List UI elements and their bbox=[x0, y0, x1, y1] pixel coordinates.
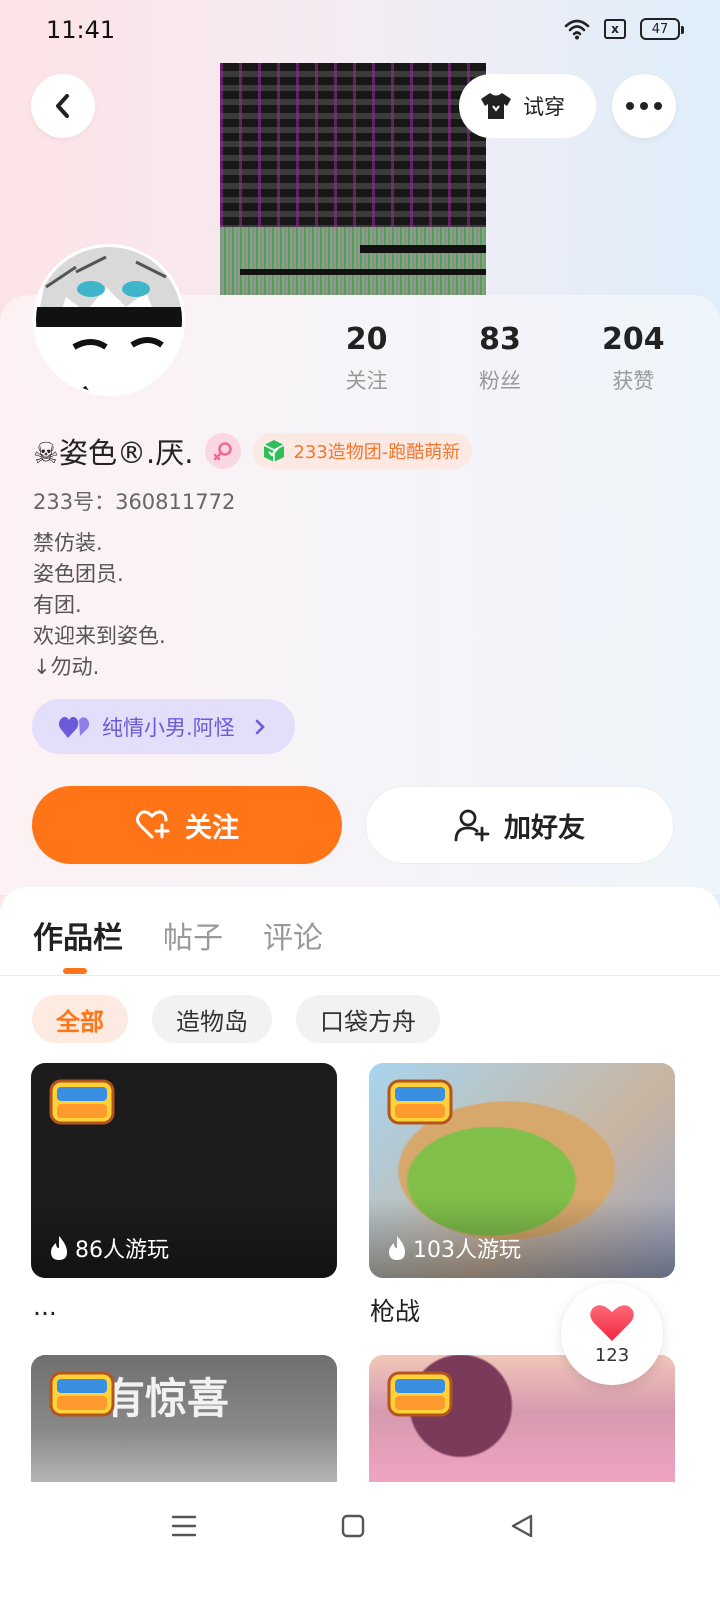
back-button[interactable] bbox=[31, 74, 95, 138]
stat-label: 获赞 bbox=[612, 369, 655, 393]
cover-image-bottom bbox=[220, 227, 486, 295]
bio-line: 禁仿装. bbox=[33, 531, 103, 555]
try-on-label: 试穿 bbox=[523, 95, 565, 119]
stat-label: 粉丝 bbox=[478, 369, 521, 393]
like-count: 123 bbox=[594, 1344, 630, 1366]
creation-island-logo bbox=[387, 1079, 453, 1125]
bio-line: 姿色团员. bbox=[33, 562, 124, 586]
game-card-title[interactable]: ... bbox=[33, 1292, 57, 1321]
avatar[interactable] bbox=[33, 244, 185, 396]
username: ☠姿色®.厌. bbox=[33, 436, 194, 470]
creation-island-logo bbox=[49, 1371, 115, 1417]
tab-works[interactable]: 作品栏 bbox=[33, 913, 123, 957]
stat-label: 关注 bbox=[345, 369, 388, 393]
status-icons: x 47 bbox=[564, 18, 684, 40]
follow-button[interactable]: 关注 bbox=[32, 786, 342, 864]
tab-comments[interactable]: 评论 bbox=[263, 913, 323, 957]
stat-following[interactable]: 20 关注 bbox=[300, 322, 433, 395]
game-card-title[interactable]: 枪战 bbox=[370, 1292, 420, 1328]
add-user-icon bbox=[454, 809, 490, 842]
relation-label: 纯情小男.阿怪 bbox=[102, 715, 235, 740]
creator-tag-badge[interactable]: 233造物团-跑酷萌新 bbox=[253, 433, 473, 469]
avatar-illustration bbox=[36, 247, 182, 393]
players-count: 86人游玩 bbox=[75, 1238, 169, 1263]
triangle-back-icon bbox=[511, 1514, 533, 1538]
tab-posts[interactable]: 帖子 bbox=[163, 913, 223, 957]
more-button[interactable] bbox=[612, 74, 676, 138]
double-heart-icon bbox=[58, 716, 90, 738]
chevron-right-icon bbox=[255, 719, 265, 734]
add-friend-label: 加好友 bbox=[504, 812, 585, 844]
game-card[interactable]: 103人游玩 bbox=[369, 1063, 675, 1278]
user-id: 233号：360811772 bbox=[33, 490, 236, 514]
heart-icon bbox=[590, 1304, 634, 1341]
creator-tag-label: 233造物团-跑酷萌新 bbox=[293, 442, 461, 463]
stat-value: 204 bbox=[602, 322, 665, 357]
card-players: 86人游玩 bbox=[49, 1232, 169, 1264]
system-back-button[interactable] bbox=[502, 1510, 542, 1542]
wifi-icon bbox=[564, 19, 590, 40]
status-bar: 11:41 x 47 bbox=[0, 0, 720, 62]
relation-pill[interactable]: 纯情小男.阿怪 bbox=[32, 699, 295, 754]
tabs-divider bbox=[0, 975, 720, 976]
square-icon bbox=[341, 1514, 365, 1538]
stat-fans[interactable]: 83 粉丝 bbox=[433, 322, 566, 395]
bio: 禁仿装. 姿色团员. 有团. 欢迎来到姿色. ↓勿动. bbox=[33, 528, 166, 683]
profile-cover-image bbox=[220, 63, 486, 295]
cube-icon bbox=[264, 440, 285, 462]
home-button[interactable] bbox=[333, 1510, 373, 1542]
follow-label: 关注 bbox=[185, 812, 239, 844]
stat-value: 83 bbox=[479, 322, 521, 357]
like-button[interactable]: 123 bbox=[561, 1283, 663, 1385]
no-sim-icon: x bbox=[604, 19, 626, 39]
filter-row: 全部 造物岛 口袋方舟 bbox=[32, 995, 440, 1043]
menu-icon bbox=[171, 1515, 197, 1537]
flame-icon bbox=[389, 1236, 405, 1260]
female-gender-icon bbox=[205, 433, 242, 469]
recent-apps-button[interactable] bbox=[164, 1510, 204, 1542]
stat-value: 20 bbox=[345, 322, 388, 357]
players-count: 103人游玩 bbox=[413, 1238, 521, 1263]
heart-plus-icon bbox=[136, 810, 170, 839]
bio-line: 有团. bbox=[33, 593, 82, 617]
creation-island-logo bbox=[49, 1079, 115, 1125]
name-row: ☠姿色®.厌. 233造物团-跑酷萌新 bbox=[33, 430, 473, 472]
card-players: 103人游玩 bbox=[387, 1232, 521, 1264]
battery-icon: 47 bbox=[640, 18, 684, 40]
creation-island-logo bbox=[387, 1371, 453, 1417]
filter-pocket-ark[interactable]: 口袋方舟 bbox=[296, 995, 440, 1043]
profile-tabs: 作品栏 帖子 评论 bbox=[33, 913, 323, 957]
game-card[interactable]: 一有惊喜 bbox=[31, 1355, 337, 1482]
filter-creation-island[interactable]: 造物岛 bbox=[152, 995, 272, 1043]
tshirt-icon bbox=[481, 93, 511, 119]
profile-stats: 20 关注 83 粉丝 204 获赞 bbox=[300, 322, 700, 395]
status-time: 11:41 bbox=[46, 16, 116, 44]
flame-icon bbox=[51, 1236, 67, 1260]
filter-all[interactable]: 全部 bbox=[32, 995, 128, 1043]
game-card[interactable]: 86人游玩 bbox=[31, 1063, 337, 1278]
tab-indicator bbox=[63, 968, 87, 974]
stat-likes[interactable]: 204 获赞 bbox=[567, 322, 700, 395]
chevron-left-icon bbox=[56, 94, 69, 118]
more-icon bbox=[626, 102, 662, 110]
bio-line: ↓勿动. bbox=[33, 655, 100, 679]
bio-line: 欢迎来到姿色. bbox=[33, 624, 166, 648]
add-friend-button[interactable]: 加好友 bbox=[365, 786, 674, 864]
try-on-button[interactable]: 试穿 bbox=[459, 74, 596, 138]
